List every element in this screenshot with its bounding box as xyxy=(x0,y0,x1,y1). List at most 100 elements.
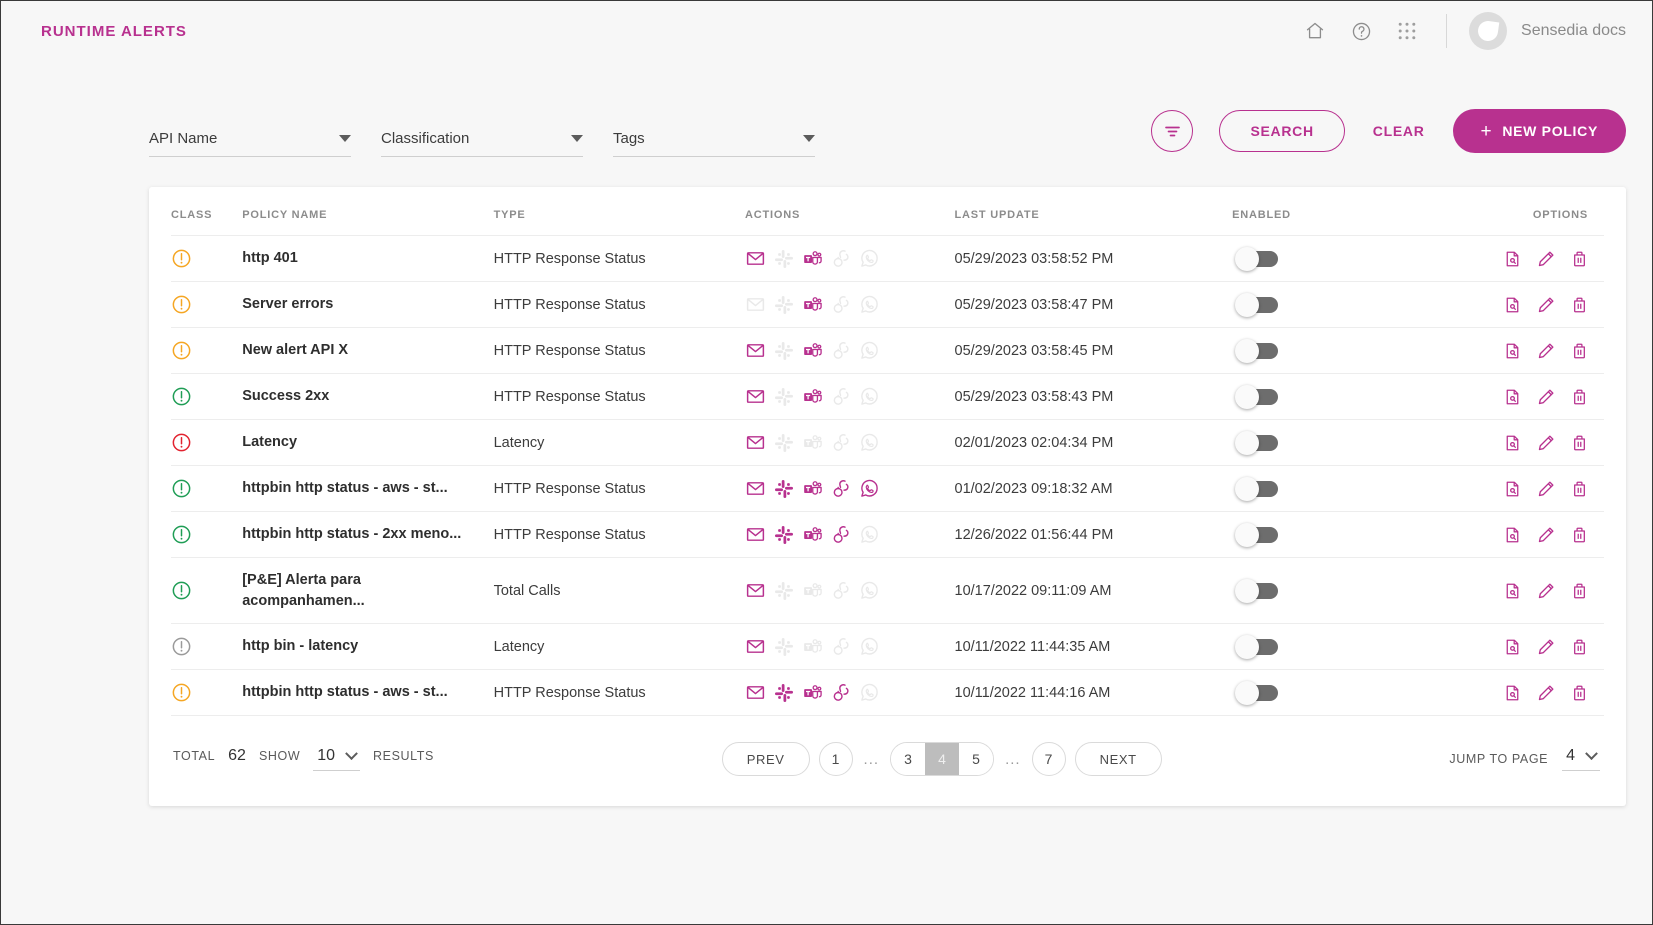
page-button-3[interactable]: 3 xyxy=(891,743,925,775)
email-icon[interactable] xyxy=(745,478,766,499)
next-page-button[interactable]: NEXT xyxy=(1075,742,1162,776)
page-button-7[interactable]: 7 xyxy=(1032,742,1066,776)
table-row[interactable]: [P&E] Alerta para acompanhamen... Total … xyxy=(171,558,1604,624)
delete-trash-icon[interactable] xyxy=(1571,638,1588,656)
edit-pencil-icon[interactable] xyxy=(1537,526,1555,544)
whatsapp-icon[interactable] xyxy=(859,682,880,703)
delete-trash-icon[interactable] xyxy=(1571,296,1588,314)
slack-icon[interactable] xyxy=(774,387,794,407)
email-icon[interactable] xyxy=(745,636,766,657)
account-menu[interactable]: Sensedia docs xyxy=(1469,12,1626,50)
view-document-icon[interactable] xyxy=(1504,434,1521,452)
email-icon[interactable] xyxy=(745,340,766,361)
teams-icon[interactable] xyxy=(802,581,823,601)
view-document-icon[interactable] xyxy=(1504,582,1521,600)
teams-icon[interactable] xyxy=(802,683,823,703)
teams-icon[interactable] xyxy=(802,249,823,269)
jump-to-page-select[interactable]: 4 xyxy=(1562,747,1600,771)
edit-pencil-icon[interactable] xyxy=(1537,342,1555,360)
slack-icon[interactable] xyxy=(774,249,794,269)
webhook-icon[interactable] xyxy=(831,386,851,407)
view-document-icon[interactable] xyxy=(1504,638,1521,656)
whatsapp-icon[interactable] xyxy=(859,248,880,269)
whatsapp-icon[interactable] xyxy=(859,432,880,453)
table-row[interactable]: Server errors HTTP Response Status xyxy=(171,282,1604,328)
webhook-icon[interactable] xyxy=(831,478,851,499)
page-size-select[interactable]: 10 xyxy=(313,747,360,771)
email-icon[interactable] xyxy=(745,248,766,269)
table-row[interactable]: Success 2xx HTTP Response Status xyxy=(171,374,1604,420)
enabled-toggle[interactable] xyxy=(1238,685,1278,701)
edit-pencil-icon[interactable] xyxy=(1537,434,1555,452)
webhook-icon[interactable] xyxy=(831,580,851,601)
delete-trash-icon[interactable] xyxy=(1571,388,1588,406)
clear-button[interactable]: CLEAR xyxy=(1345,110,1453,152)
slack-icon[interactable] xyxy=(774,683,794,703)
delete-trash-icon[interactable] xyxy=(1571,582,1588,600)
teams-icon[interactable] xyxy=(802,433,823,453)
search-button[interactable]: SEARCH xyxy=(1219,110,1344,152)
slack-icon[interactable] xyxy=(774,479,794,499)
table-row[interactable]: httpbin http status - 2xx meno... HTTP R… xyxy=(171,512,1604,558)
filter-select-api-name[interactable]: API Name xyxy=(149,130,351,157)
table-row[interactable]: http bin - latency Latency xyxy=(171,624,1604,670)
teams-icon[interactable] xyxy=(802,525,823,545)
edit-pencil-icon[interactable] xyxy=(1537,296,1555,314)
teams-icon[interactable] xyxy=(802,479,823,499)
new-policy-button[interactable]: + NEW POLICY xyxy=(1453,109,1626,153)
view-document-icon[interactable] xyxy=(1504,296,1521,314)
webhook-icon[interactable] xyxy=(831,636,851,657)
home-icon[interactable] xyxy=(1302,18,1328,44)
view-document-icon[interactable] xyxy=(1504,342,1521,360)
advanced-filter-button[interactable] xyxy=(1151,110,1193,152)
delete-trash-icon[interactable] xyxy=(1571,342,1588,360)
delete-trash-icon[interactable] xyxy=(1571,684,1588,702)
slack-icon[interactable] xyxy=(774,295,794,315)
enabled-toggle[interactable] xyxy=(1238,639,1278,655)
view-document-icon[interactable] xyxy=(1504,480,1521,498)
slack-icon[interactable] xyxy=(774,525,794,545)
email-icon[interactable] xyxy=(745,580,766,601)
table-row[interactable]: httpbin http status - aws - st... HTTP R… xyxy=(171,670,1604,716)
teams-icon[interactable] xyxy=(802,387,823,407)
enabled-toggle[interactable] xyxy=(1238,389,1278,405)
webhook-icon[interactable] xyxy=(831,294,851,315)
whatsapp-icon[interactable] xyxy=(859,294,880,315)
filter-select-classification[interactable]: Classification xyxy=(381,130,583,157)
webhook-icon[interactable] xyxy=(831,248,851,269)
whatsapp-icon[interactable] xyxy=(859,340,880,361)
view-document-icon[interactable] xyxy=(1504,388,1521,406)
edit-pencil-icon[interactable] xyxy=(1537,684,1555,702)
webhook-icon[interactable] xyxy=(831,340,851,361)
slack-icon[interactable] xyxy=(774,341,794,361)
table-row[interactable]: Latency Latency xyxy=(171,420,1604,466)
edit-pencil-icon[interactable] xyxy=(1537,480,1555,498)
delete-trash-icon[interactable] xyxy=(1571,480,1588,498)
email-icon[interactable] xyxy=(745,682,766,703)
delete-trash-icon[interactable] xyxy=(1571,434,1588,452)
whatsapp-icon[interactable] xyxy=(859,478,880,499)
edit-pencil-icon[interactable] xyxy=(1537,388,1555,406)
enabled-toggle[interactable] xyxy=(1238,481,1278,497)
whatsapp-icon[interactable] xyxy=(859,524,880,545)
table-row[interactable]: New alert API X HTTP Response Status xyxy=(171,328,1604,374)
page-button-4-current[interactable]: 4 xyxy=(925,743,959,775)
page-button-5[interactable]: 5 xyxy=(959,743,993,775)
enabled-toggle[interactable] xyxy=(1238,435,1278,451)
webhook-icon[interactable] xyxy=(831,524,851,545)
table-row[interactable]: http 401 HTTP Response Status xyxy=(171,236,1604,282)
slack-icon[interactable] xyxy=(774,637,794,657)
delete-trash-icon[interactable] xyxy=(1571,526,1588,544)
email-icon[interactable] xyxy=(745,432,766,453)
webhook-icon[interactable] xyxy=(831,682,851,703)
enabled-toggle[interactable] xyxy=(1238,583,1278,599)
enabled-toggle[interactable] xyxy=(1238,297,1278,313)
enabled-toggle[interactable] xyxy=(1238,527,1278,543)
teams-icon[interactable] xyxy=(802,637,823,657)
slack-icon[interactable] xyxy=(774,581,794,601)
edit-pencil-icon[interactable] xyxy=(1537,582,1555,600)
edit-pencil-icon[interactable] xyxy=(1537,250,1555,268)
prev-page-button[interactable]: PREV xyxy=(722,742,810,776)
enabled-toggle[interactable] xyxy=(1238,251,1278,267)
email-icon[interactable] xyxy=(745,294,766,315)
